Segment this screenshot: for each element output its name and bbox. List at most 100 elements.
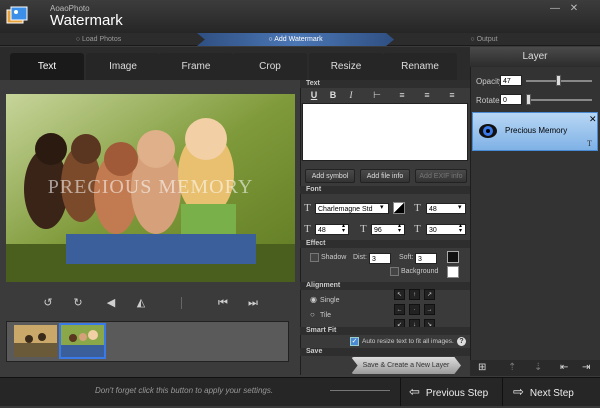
opacity-slider-thumb[interactable]: [556, 75, 561, 86]
tab-resize[interactable]: Resize: [309, 53, 383, 80]
flip-vertical-icon[interactable]: ◭: [129, 290, 153, 316]
eye-icon[interactable]: [478, 122, 498, 140]
tab-image[interactable]: Image: [86, 53, 160, 80]
italic-icon[interactable]: I: [342, 88, 360, 102]
layer-toolbar: ⊞ ⇡ ⇣ ⇤ ⇥: [470, 360, 600, 376]
section-effect-title: Effect: [300, 240, 470, 248]
text-layer-icon: T: [587, 139, 592, 148]
single-label: Single: [320, 297, 340, 304]
shadow-checkbox[interactable]: [310, 253, 319, 262]
align-center-icon[interactable]: ≡: [418, 88, 436, 102]
tab-frame[interactable]: Frame: [159, 53, 233, 80]
align-top-icon[interactable]: ↑: [409, 289, 420, 300]
rotate-slider-thumb[interactable]: [526, 94, 531, 105]
step-load-photos[interactable]: ○ Load Photos: [0, 33, 197, 46]
align-top-right-icon[interactable]: ↗: [424, 289, 435, 300]
auto-resize-checkbox[interactable]: ✓: [350, 337, 359, 346]
watermark-overlay[interactable]: PRECIOUS MEMORY: [6, 176, 295, 199]
font-color-swatch[interactable]: [393, 202, 405, 214]
rotate-input[interactable]: 0: [500, 94, 522, 105]
chevron-down-icon: ▾: [380, 204, 384, 211]
underline-icon[interactable]: U: [305, 88, 323, 102]
opacity-input[interactable]: 47: [500, 75, 522, 86]
app-window: AoaoPhoto Watermark — ✕ ○ Load Photos ○ …: [0, 0, 600, 406]
rotate-right-icon[interactable]: ↻: [66, 290, 90, 316]
font-family-icon: T: [304, 202, 311, 214]
add-file-info-button[interactable]: Add file info: [360, 169, 410, 183]
align-right-icon[interactable]: ≡: [443, 88, 461, 102]
font-family-select[interactable]: Charlemagne Std: [315, 203, 389, 214]
radio-single[interactable]: ◉: [310, 295, 317, 304]
step-add-watermark[interactable]: ○ Add Watermark: [197, 33, 394, 46]
tab-text[interactable]: Text: [10, 53, 84, 80]
preview-area[interactable]: PRECIOUS MEMORY: [6, 94, 295, 282]
strikethrough-icon[interactable]: ⊢: [368, 88, 386, 102]
layer-panel-header: Layer: [470, 47, 600, 67]
rotate-label: Rotate: [476, 96, 500, 105]
next-image-icon[interactable]: ⏭: [241, 290, 265, 316]
previous-step-button[interactable]: ⇦ Previous Step: [400, 378, 500, 406]
text-width-icon: T: [304, 223, 311, 235]
tab-crop[interactable]: Crop: [233, 53, 307, 80]
layer-name: Precious Memory: [505, 126, 568, 135]
align-left-icon[interactable]: ≡: [393, 88, 411, 102]
stepper-arrows-icon[interactable]: ▴ ▾: [342, 223, 345, 234]
add-exif-info-button[interactable]: Add EXIF info: [415, 169, 467, 183]
app-logo-icon: [6, 6, 28, 24]
tab-bar: Text Image Frame Crop Resize Rename: [0, 47, 470, 80]
bold-icon[interactable]: B: [324, 88, 342, 102]
tab-rename[interactable]: Rename: [383, 53, 457, 80]
step-label: Add Watermark: [274, 36, 323, 43]
section-smart-fit-title: Smart Fit: [300, 327, 470, 335]
add-symbol-button[interactable]: Add symbol: [305, 169, 355, 183]
new-layer-icon[interactable]: ⊞: [478, 362, 486, 373]
save-create-layer-button[interactable]: Save & Create a New Layer: [351, 357, 461, 374]
step-label: Load Photos: [81, 36, 122, 43]
section-text-title: Text: [300, 80, 470, 88]
flip-horizontal-icon[interactable]: ◀: [99, 290, 123, 316]
divider: [181, 297, 182, 309]
close-icon[interactable]: ✕: [589, 114, 597, 125]
previous-step-label: Previous Step: [425, 388, 489, 399]
align-center-icon[interactable]: ·: [409, 304, 420, 315]
step-output[interactable]: ○ Output: [394, 33, 574, 46]
previous-image-icon[interactable]: ⏮: [211, 290, 235, 316]
letter-spacing-icon: T: [414, 223, 421, 235]
import-icon[interactable]: ⇤: [560, 362, 568, 373]
text-height-icon: T: [360, 223, 367, 235]
stepper-arrows-icon[interactable]: ▴ ▾: [459, 223, 462, 234]
move-up-icon[interactable]: ⇡: [508, 362, 516, 373]
app-title: Watermark: [50, 12, 123, 29]
radio-tile[interactable]: ○: [310, 310, 315, 319]
next-step-button[interactable]: ⇨ Next Step: [502, 378, 600, 406]
hint-arrow: [330, 390, 390, 391]
step-label: Output: [476, 36, 498, 43]
shadow-softness-input[interactable]: 3: [415, 253, 437, 264]
auto-resize-label: Auto resize text to fit all images.: [362, 338, 454, 345]
shadow-label: Shadow: [321, 254, 347, 261]
arrow-left-icon: ⇦: [409, 384, 420, 399]
rotate-slider-track[interactable]: [526, 99, 592, 101]
dist-label: Dist:: [353, 254, 367, 261]
layer-item[interactable]: Precious Memory ✕ T: [472, 112, 598, 151]
watermark-text-input[interactable]: [302, 103, 468, 161]
thumbnail-image[interactable]: [14, 325, 57, 357]
thumbnail-image-selected[interactable]: [59, 323, 106, 359]
background-checkbox[interactable]: [390, 267, 399, 276]
shadow-distance-input[interactable]: 3: [369, 253, 391, 264]
shadow-color-swatch[interactable]: [447, 251, 459, 263]
close-icon[interactable]: ✕: [567, 3, 581, 15]
stepper-arrows-icon[interactable]: ▴ ▾: [398, 223, 401, 234]
background-color-swatch[interactable]: [447, 266, 459, 278]
align-left-icon[interactable]: ←: [394, 304, 405, 315]
align-right-icon[interactable]: →: [424, 304, 435, 315]
export-icon[interactable]: ⇥: [582, 362, 590, 373]
help-icon[interactable]: ?: [457, 337, 466, 346]
section-alignment-title: Alignment: [300, 282, 470, 290]
rotate-left-icon[interactable]: ↺: [36, 290, 60, 316]
minimize-icon[interactable]: —: [548, 3, 562, 15]
thumbnail-strip: [6, 321, 289, 362]
move-down-icon[interactable]: ⇣: [534, 362, 542, 373]
font-size-icon: T: [414, 202, 421, 214]
align-top-left-icon[interactable]: ↖: [394, 289, 405, 300]
